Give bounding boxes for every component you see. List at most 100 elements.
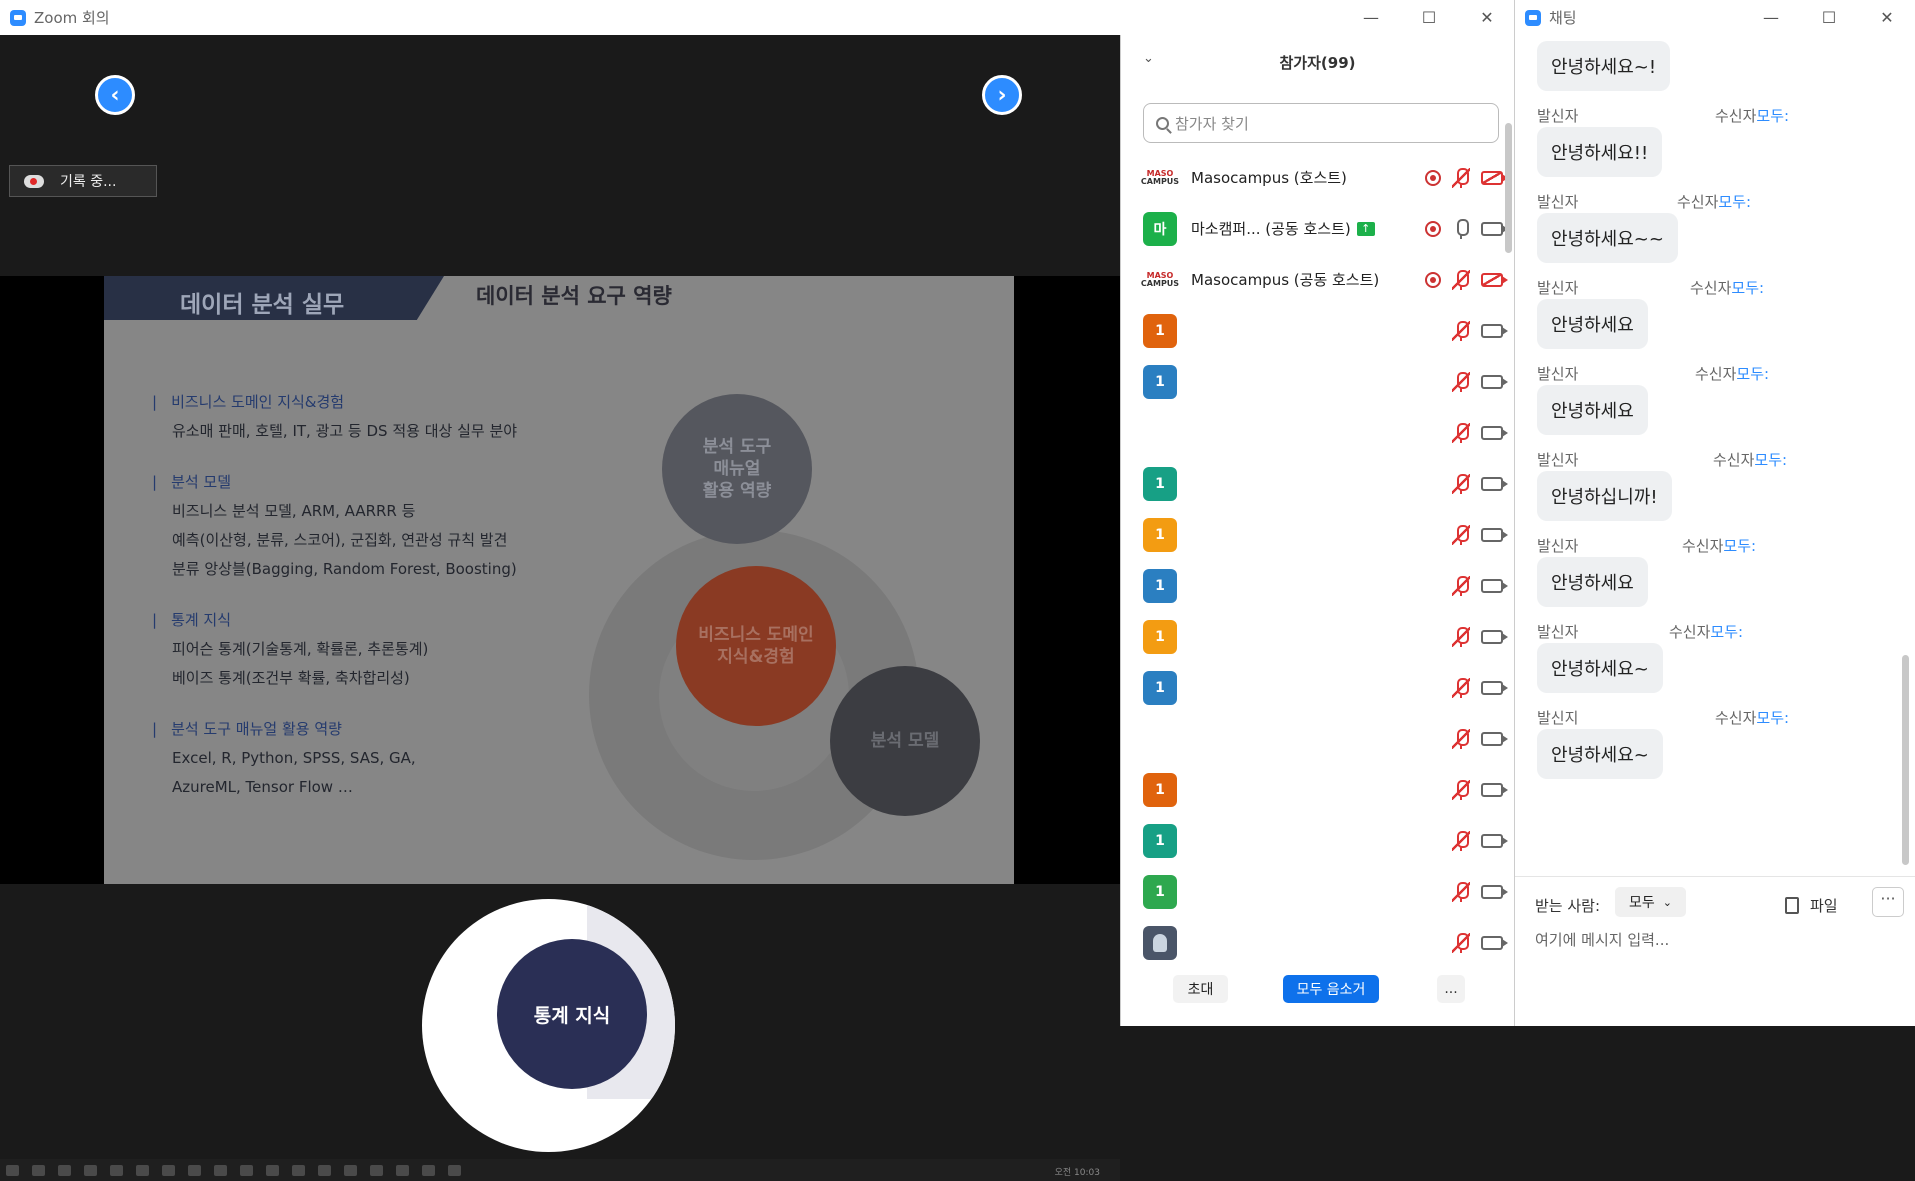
participant-name: Masocampus (공동 호스트) xyxy=(1191,271,1380,289)
message-header: 발신자 수신자모두: xyxy=(1515,183,1915,213)
video-icon[interactable] xyxy=(1481,323,1508,338)
video-icon[interactable] xyxy=(1481,782,1508,797)
message-bubble[interactable]: 안녕하세요 xyxy=(1537,557,1648,607)
participant-row[interactable]: 1 xyxy=(1143,662,1508,713)
video-icon[interactable] xyxy=(1481,221,1508,236)
participant-status-icons xyxy=(1425,152,1508,203)
mic-muted-icon[interactable] xyxy=(1452,575,1470,596)
mic-muted-icon[interactable] xyxy=(1452,626,1470,647)
participant-row[interactable]: 1 xyxy=(1143,866,1508,917)
mic-muted-icon[interactable] xyxy=(1452,779,1470,800)
message-bubble[interactable]: 안녕하세요~~ xyxy=(1537,213,1678,263)
message-header: 발신자 수신자모두: xyxy=(1515,269,1915,299)
participant-avatar: 1 xyxy=(1143,619,1177,654)
slide-bullets: 비즈니스 도메인 지식&경험 유소매 판매, 호텔, IT, 광고 등 DS 적… xyxy=(171,388,518,824)
message-bubble[interactable]: 안녕하세요~! xyxy=(1537,41,1671,91)
bullet-heading: 통계 지식 xyxy=(171,606,517,635)
mic-muted-icon[interactable] xyxy=(1452,728,1470,749)
participant-row[interactable] xyxy=(1143,407,1508,458)
video-off-icon[interactable] xyxy=(1481,272,1508,287)
participant-row[interactable]: 1 xyxy=(1143,458,1508,509)
next-page-button[interactable]: › xyxy=(982,75,1022,115)
mic-muted-icon[interactable] xyxy=(1452,932,1470,953)
video-icon[interactable] xyxy=(1481,527,1508,542)
presentation-slide: 데이터 분석 실무 데이터 분석 요구 역량 비즈니스 도메인 지식&경험 유소… xyxy=(104,276,1014,884)
participants-title: 참가자(99) xyxy=(1279,54,1356,72)
maximize-icon[interactable]: ☐ xyxy=(1800,8,1858,27)
chat-more-button[interactable]: ··· xyxy=(1872,887,1904,917)
video-icon[interactable] xyxy=(1481,578,1508,593)
message-bubble[interactable]: 안녕하십니까! xyxy=(1537,471,1672,521)
minimize-icon[interactable]: — xyxy=(1342,8,1400,27)
participant-avatar xyxy=(1143,925,1177,960)
video-icon[interactable] xyxy=(1481,833,1508,848)
mic-muted-icon[interactable] xyxy=(1452,269,1470,290)
message-bubble[interactable]: 안녕하세요 xyxy=(1537,385,1648,435)
invite-button[interactable]: 초대 xyxy=(1173,975,1228,1003)
mic-muted-icon[interactable] xyxy=(1452,677,1470,698)
video-icon[interactable] xyxy=(1481,629,1508,644)
video-off-icon[interactable] xyxy=(1481,170,1508,185)
video-icon[interactable] xyxy=(1481,731,1508,746)
video-icon[interactable] xyxy=(1481,680,1508,695)
mic-icon[interactable] xyxy=(1452,218,1470,239)
file-button[interactable]: 파일 xyxy=(1785,895,1838,916)
chat-message: 발신자 수신자모두: 안녕하세요 xyxy=(1515,269,1915,355)
recording-indicator[interactable]: 기록 중... xyxy=(9,165,157,197)
mute-all-button[interactable]: 모두 음소거 xyxy=(1283,975,1379,1003)
chat-message-input[interactable]: 여기에 메시지 입력... xyxy=(1535,929,1669,950)
participant-row[interactable]: 1 xyxy=(1143,611,1508,662)
prev-page-button[interactable]: ‹ xyxy=(95,75,135,115)
message-bubble[interactable]: 안녕하세요!! xyxy=(1537,127,1663,177)
close-icon[interactable]: ✕ xyxy=(1458,8,1516,27)
mic-muted-icon[interactable] xyxy=(1452,881,1470,902)
mic-muted-icon[interactable] xyxy=(1452,320,1470,341)
close-icon[interactable]: ✕ xyxy=(1858,8,1915,27)
message-sender: 발신자 xyxy=(1537,623,1579,641)
participant-row[interactable]: MASO CAMPUS Masocampus (호스트) xyxy=(1141,152,1508,203)
participants-scrollbar[interactable] xyxy=(1505,123,1512,253)
participant-row[interactable]: 1 xyxy=(1143,509,1508,560)
participant-row[interactable]: MASO CAMPUS Masocampus (공동 호스트) xyxy=(1141,254,1508,305)
participant-avatar: 마 xyxy=(1143,211,1177,246)
video-icon[interactable] xyxy=(1481,884,1508,899)
message-bubble[interactable]: 안녕하세요 xyxy=(1537,299,1648,349)
video-icon[interactable] xyxy=(1481,935,1508,950)
maximize-icon[interactable]: ☐ xyxy=(1400,8,1458,27)
participant-row[interactable] xyxy=(1143,713,1508,764)
participant-row[interactable]: 마 마소캠퍼... (공동 호스트) ↑ xyxy=(1143,203,1508,254)
circle-analysis-tools: 분석 도구 매뉴얼 활용 역량 xyxy=(662,394,812,544)
participant-row[interactable]: 1 xyxy=(1143,815,1508,866)
shared-screen: 데이터 분석 실무 데이터 분석 요구 역량 비즈니스 도메인 지식&경험 유소… xyxy=(0,276,1120,1181)
participant-search-input[interactable]: 참가자 찾기 xyxy=(1143,103,1499,143)
video-icon[interactable] xyxy=(1481,476,1508,491)
bullet-line: 유소매 판매, 호텔, IT, 광고 등 DS 적용 대상 실무 분야 xyxy=(172,422,518,440)
minimize-icon[interactable]: — xyxy=(1742,8,1800,27)
chat-messages: 안녕하세요~! 발신자 수신자모두: 안녕하세요!! 발신자 수신자모두: 안녕하세요~~ 발… xyxy=(1515,35,1915,870)
video-icon[interactable] xyxy=(1481,425,1508,440)
mic-muted-icon[interactable] xyxy=(1452,371,1470,392)
circle-statistics: 통계 지식 xyxy=(497,939,647,1089)
message-bubble[interactable]: 안녕하세요~ xyxy=(1537,643,1663,693)
mic-muted-icon[interactable] xyxy=(1452,422,1470,443)
mic-muted-icon[interactable] xyxy=(1452,524,1470,545)
bullet-line: 베이즈 통계(조건부 확률, 축차합리성) xyxy=(172,669,410,687)
chat-scrollbar[interactable] xyxy=(1902,655,1909,865)
mic-muted-icon[interactable] xyxy=(1452,167,1470,188)
mic-muted-icon[interactable] xyxy=(1452,830,1470,851)
message-header: 발신자 수신자모두: xyxy=(1515,527,1915,557)
file-label: 파일 xyxy=(1810,897,1838,915)
participant-row[interactable] xyxy=(1143,917,1508,968)
recipient-select[interactable]: 모두 ⌄ xyxy=(1615,887,1686,917)
bullet-line: AzureML, Tensor Flow … xyxy=(172,778,353,796)
participant-row[interactable]: 1 xyxy=(1143,356,1508,407)
participant-row[interactable]: 1 xyxy=(1143,560,1508,611)
video-icon[interactable] xyxy=(1481,374,1508,389)
participant-row[interactable]: 1 xyxy=(1143,305,1508,356)
message-bubble[interactable]: 안녕하세요~ xyxy=(1537,729,1663,779)
participant-avatar: 1 xyxy=(1143,670,1177,705)
participant-row[interactable]: 1 xyxy=(1143,764,1508,815)
recipient-label: 받는 사람: xyxy=(1535,897,1601,915)
mic-muted-icon[interactable] xyxy=(1452,473,1470,494)
more-options-button[interactable]: ... xyxy=(1437,975,1465,1003)
